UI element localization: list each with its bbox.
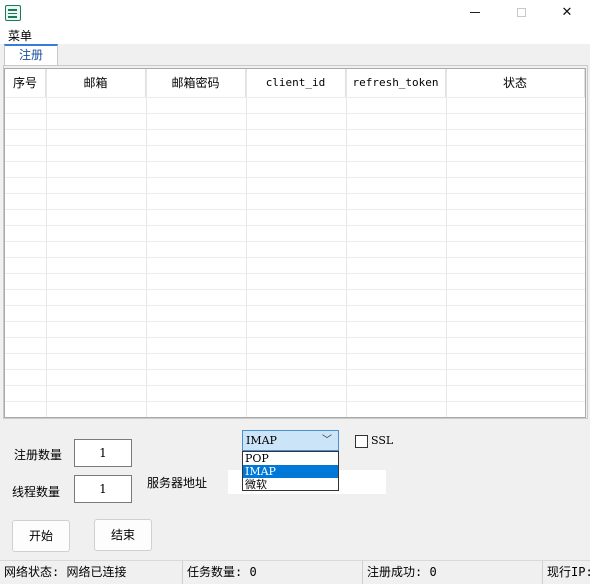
table-row xyxy=(5,241,585,242)
table-row xyxy=(5,401,585,402)
app-logo-icon xyxy=(5,5,21,21)
register-count-label: 注册数量 xyxy=(14,448,63,462)
table-row xyxy=(5,273,585,274)
status-bar: 网络状态: 网络已连接 任务数量: 0 注册成功: 0 现行IP: xyxy=(0,560,590,584)
tab-register[interactable]: 注册 xyxy=(4,44,58,66)
table-row xyxy=(5,209,585,210)
minimize-button[interactable] xyxy=(452,0,498,26)
protocol-option-microsoft[interactable]: 微软 xyxy=(243,478,338,491)
title-bar: ✕ xyxy=(0,0,590,26)
table-row xyxy=(5,385,585,386)
end-button[interactable]: 结束 xyxy=(94,519,152,551)
protocol-option-pop[interactable]: POP xyxy=(243,452,338,465)
chevron-down-icon: ﹀ xyxy=(322,435,332,446)
account-table[interactable]: 序号 邮箱 邮箱密码 client_id refresh_token 状态 xyxy=(4,68,586,418)
table-row xyxy=(5,193,585,194)
table-row xyxy=(5,369,585,370)
table-row xyxy=(5,289,585,290)
column-header-status[interactable]: 状态 xyxy=(446,69,585,97)
table-row xyxy=(5,257,585,258)
table-row xyxy=(5,145,585,146)
protocol-selected-value: IMAP xyxy=(246,434,277,447)
column-header-email[interactable]: 邮箱 xyxy=(46,69,146,97)
table-row xyxy=(5,113,585,114)
current-ip-status: 现行IP: xyxy=(547,565,590,579)
maximize-icon xyxy=(516,8,526,17)
minimize-icon xyxy=(470,12,480,13)
table-row xyxy=(5,337,585,338)
thread-count-input[interactable]: 1 xyxy=(74,475,132,503)
column-header-index[interactable]: 序号 xyxy=(5,69,46,97)
ssl-checkbox[interactable] xyxy=(355,435,368,448)
table-row xyxy=(5,97,585,98)
table-row xyxy=(5,321,585,322)
close-icon: ✕ xyxy=(561,5,573,20)
maximize-button[interactable] xyxy=(498,0,544,26)
table-row xyxy=(5,225,585,226)
table-row xyxy=(5,305,585,306)
network-status: 网络状态: 网络已连接 xyxy=(0,561,183,584)
protocol-option-imap[interactable]: IMAP xyxy=(243,465,338,478)
protocol-dropdown-list: POP IMAP 微软 xyxy=(242,451,339,491)
column-header-refresh-token[interactable]: refresh_token xyxy=(346,69,446,97)
table-row xyxy=(5,353,585,354)
register-success-status: 注册成功: 0 xyxy=(363,561,543,584)
protocol-select[interactable]: IMAP ﹀ xyxy=(242,430,339,451)
table-row xyxy=(5,161,585,162)
table-row xyxy=(5,177,585,178)
menu-item-main[interactable]: 菜单 xyxy=(8,27,32,44)
close-button[interactable]: ✕ xyxy=(544,0,590,26)
column-header-client-id[interactable]: client_id xyxy=(246,69,346,97)
table-body xyxy=(5,97,585,417)
column-header-email-password[interactable]: 邮箱密码 xyxy=(146,69,246,97)
menu-bar: 菜单 xyxy=(0,26,590,44)
ssl-label: SSL xyxy=(371,434,394,447)
server-address-label: 服务器地址 xyxy=(147,476,208,490)
start-button[interactable]: 开始 xyxy=(12,520,70,552)
register-count-input[interactable]: 1 xyxy=(74,439,132,467)
task-count-status: 任务数量: 0 xyxy=(183,561,363,584)
table-header: 序号 邮箱 邮箱密码 client_id refresh_token 状态 xyxy=(5,69,585,97)
thread-count-label: 线程数量 xyxy=(12,485,61,499)
table-row xyxy=(5,129,585,130)
